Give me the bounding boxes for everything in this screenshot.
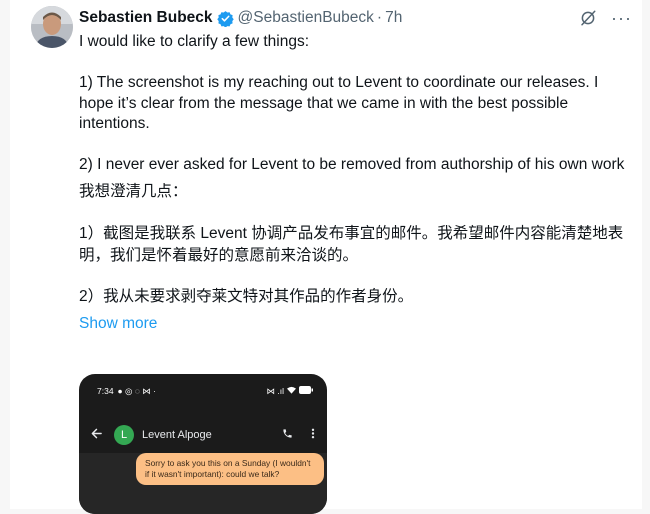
system-icons: ⋈ .ıl <box>267 386 313 397</box>
separator-dot: · <box>376 9 383 26</box>
grok-slash-icon[interactable] <box>579 9 597 27</box>
author-photo <box>31 6 73 48</box>
show-more-link[interactable]: Show more <box>79 314 627 335</box>
author-avatar[interactable] <box>31 6 73 48</box>
author-name[interactable]: Sebastien Bubeck <box>79 9 213 27</box>
tweet-intro: I would like to clarify a few things: <box>79 33 310 50</box>
tweet-point-1: 1) The screenshot is my reaching out to … <box>79 74 599 132</box>
conversation-app-bar: L Levent Alpoge <box>79 417 327 453</box>
back-arrow-icon[interactable] <box>91 428 102 442</box>
tweet-zh-point-1: 1）截图是我联系 Levent 协调产品发布事宜的邮件。我希望邮件内容能清楚地表… <box>79 224 624 264</box>
attached-screenshot[interactable]: 7:34 ● ◎ ◌ ⋈ · ⋈ .ıl L Levent Alpoge Sor… <box>79 374 327 514</box>
author-handle[interactable]: @SebastienBubeck <box>238 9 374 27</box>
wifi-icon <box>287 386 296 396</box>
tweet-time[interactable]: 7h <box>385 9 402 27</box>
chat-area: Sorry to ask you this on a Sunday (I wou… <box>79 453 327 514</box>
tweet-zh-point-2: 2）我从未要求剥夺莱文特对其作品的作者身份。 <box>79 288 414 305</box>
contact-name[interactable]: Levent Alpoge <box>142 429 212 441</box>
phone-call-icon[interactable] <box>282 428 293 442</box>
tweet-zh-intro: 我想澄清几点： <box>79 182 188 200</box>
battery-icon <box>299 386 313 396</box>
contact-avatar[interactable]: L <box>114 425 134 445</box>
header-actions: ··· <box>579 9 632 27</box>
verified-badge-icon <box>216 10 234 27</box>
signal-icon: ⋈ .ıl <box>266 385 284 396</box>
tweet-point-2: 2) I never ever asked for Levent to be r… <box>79 156 625 173</box>
tweet-body: I would like to clarify a few things: 1)… <box>79 32 627 334</box>
tweet-header: Sebastien Bubeck @SebastienBubeck · 7h ·… <box>79 7 632 29</box>
notification-icons: ● ◎ ◌ ⋈ · <box>117 385 156 396</box>
more-vertical-icon[interactable] <box>311 428 315 442</box>
phone-status-bar: 7:34 ● ◎ ◌ ⋈ · ⋈ .ıl <box>79 374 327 408</box>
tweet[interactable]: Sebastien Bubeck @SebastienBubeck · 7h ·… <box>10 0 642 514</box>
more-horizontal-icon[interactable]: ··· <box>611 9 632 27</box>
message-bubble: Sorry to ask you this on a Sunday (I wou… <box>136 453 324 485</box>
status-time: 7:34 <box>97 386 114 396</box>
